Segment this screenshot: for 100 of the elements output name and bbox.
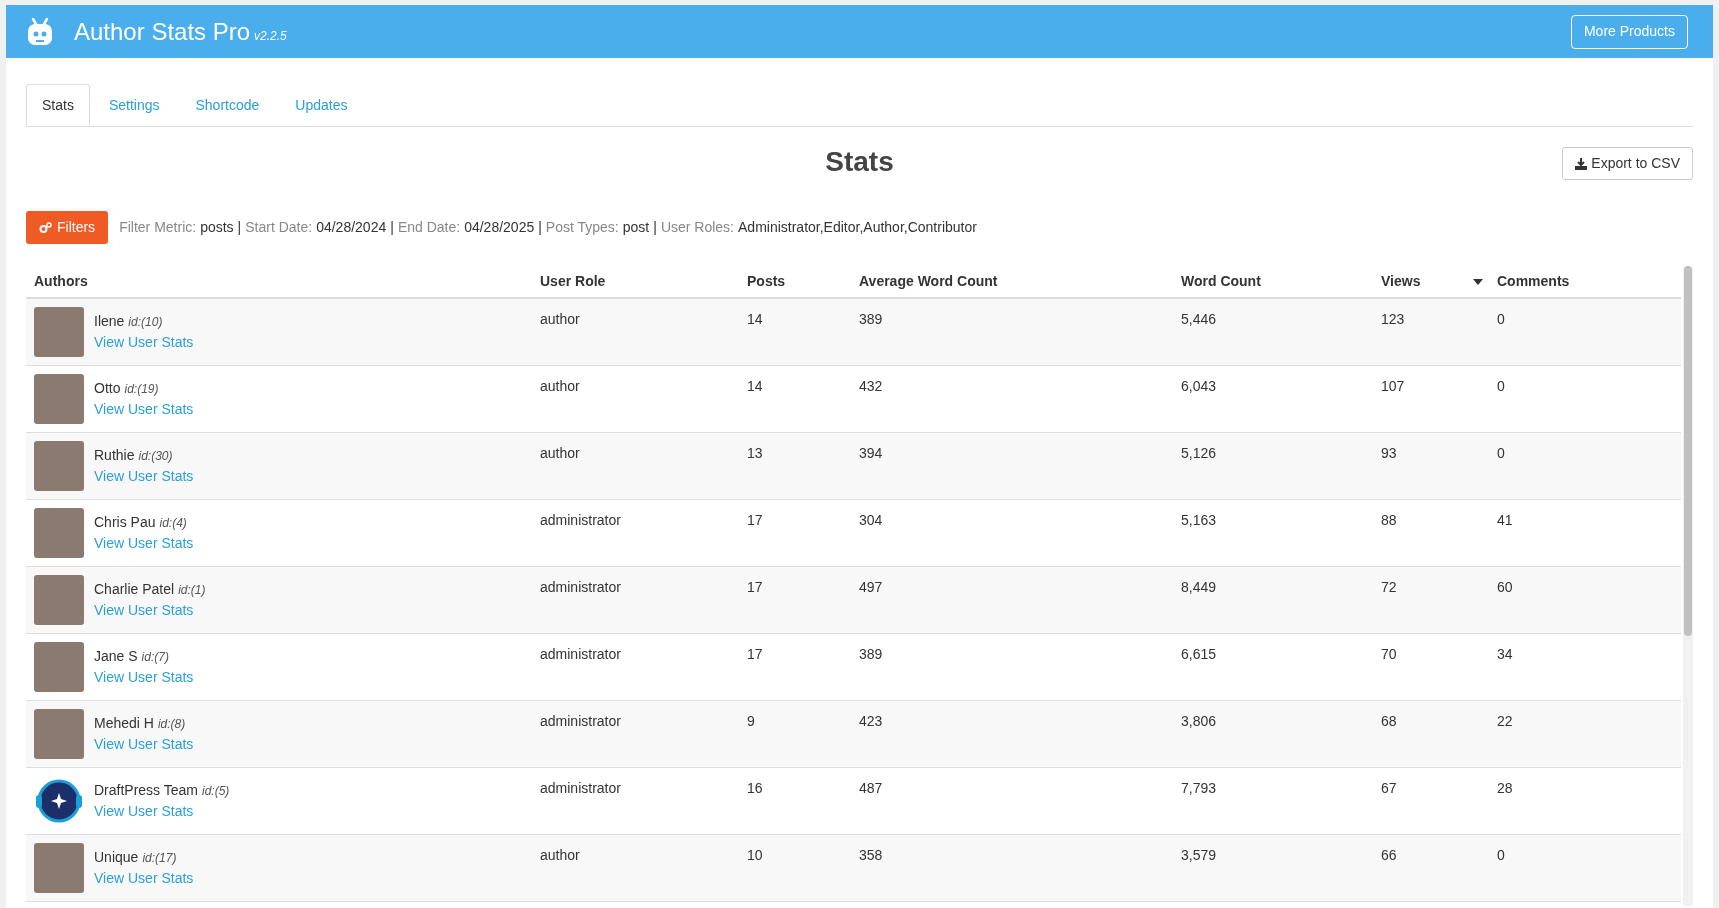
photo-placeholder bbox=[34, 441, 84, 491]
more-products-button[interactable]: More Products bbox=[1570, 14, 1688, 49]
filter-label: Post Types: bbox=[545, 218, 619, 237]
table-cell: 123 bbox=[1381, 311, 1405, 327]
filter-value: posts bbox=[200, 218, 234, 237]
table-cell: 66 bbox=[1381, 847, 1397, 863]
author-name: DraftPress Team bbox=[94, 781, 198, 800]
view-user-stats-link[interactable]: View User Stats bbox=[94, 667, 194, 688]
page-title: Stats bbox=[825, 145, 894, 179]
table-cell: 60 bbox=[1497, 579, 1513, 595]
column-header[interactable]: Comments bbox=[1497, 271, 1570, 292]
robot-icon bbox=[26, 16, 54, 47]
table-cell: 5,163 bbox=[1181, 512, 1217, 528]
author-id: id:(8) bbox=[157, 716, 186, 733]
table-cell: 497 bbox=[859, 579, 883, 595]
author-id: id:(17) bbox=[142, 850, 177, 867]
table-cell: 8,449 bbox=[1181, 579, 1217, 595]
table-cell: 0 bbox=[1497, 445, 1505, 461]
photo-placeholder bbox=[34, 843, 84, 893]
filter-value: 04/28/2025 bbox=[464, 218, 535, 237]
table-cell: author bbox=[540, 847, 580, 863]
photo-placeholder bbox=[34, 374, 84, 424]
table-cell: author bbox=[540, 378, 580, 394]
download-icon bbox=[1575, 157, 1588, 170]
view-user-stats-link[interactable]: View User Stats bbox=[94, 600, 206, 621]
tab[interactable]: Settings bbox=[91, 84, 177, 126]
column-header[interactable]: Views bbox=[1381, 271, 1421, 292]
table-cell: author bbox=[540, 445, 580, 461]
photo-placeholder bbox=[34, 575, 84, 625]
filter-label: Start Date: bbox=[245, 218, 313, 237]
separator-text: | bbox=[237, 218, 242, 237]
view-user-stats-link[interactable]: View User Stats bbox=[94, 734, 194, 755]
tab[interactable]: Stats bbox=[26, 84, 90, 126]
export-csv-button[interactable]: Export to CSV bbox=[1562, 147, 1693, 180]
table-cell: 107 bbox=[1381, 378, 1405, 394]
table-cell: 16 bbox=[747, 780, 763, 796]
table-cell: 88 bbox=[1381, 512, 1397, 528]
table-cell: 70 bbox=[1381, 646, 1397, 662]
table-cell: 13 bbox=[747, 445, 763, 461]
table-cell: 423 bbox=[859, 713, 883, 729]
tab[interactable]: Shortcode bbox=[178, 84, 277, 126]
author-name: Chris Pau bbox=[94, 513, 156, 532]
gears-icon bbox=[39, 221, 52, 234]
photo-placeholder bbox=[34, 508, 84, 558]
table-cell: 3,579 bbox=[1181, 847, 1217, 863]
author-name: Jane S bbox=[94, 647, 138, 666]
author-id: id:(4) bbox=[159, 515, 187, 532]
table-cell: 394 bbox=[859, 445, 883, 461]
view-user-stats-link[interactable]: View User Stats bbox=[94, 399, 194, 420]
separator-text: | bbox=[653, 218, 657, 237]
table-cell: 6,615 bbox=[1181, 646, 1217, 662]
view-user-stats-link[interactable]: View User Stats bbox=[94, 533, 194, 554]
table-cell: 34 bbox=[1497, 646, 1513, 662]
column-header[interactable]: Posts bbox=[747, 271, 786, 292]
view-user-stats-link[interactable]: View User Stats bbox=[94, 868, 194, 889]
table-cell: administrator bbox=[540, 713, 621, 729]
version-label: v2.2.5 bbox=[254, 27, 287, 45]
column-header[interactable]: Word Count bbox=[1181, 271, 1261, 292]
view-user-stats-link[interactable]: View User Stats bbox=[94, 332, 194, 353]
app-title: Author Stats Pro bbox=[74, 16, 251, 47]
tab[interactable]: Updates bbox=[278, 84, 365, 126]
table-cell: 9 bbox=[747, 713, 755, 729]
view-user-stats-link[interactable]: View User Stats bbox=[94, 801, 230, 822]
filter-label: End Date: bbox=[397, 218, 461, 237]
table-cell: 14 bbox=[747, 378, 763, 394]
table-cell: 432 bbox=[859, 378, 883, 394]
table-cell: 17 bbox=[747, 579, 763, 595]
photo-placeholder bbox=[34, 709, 84, 759]
table-cell: 0 bbox=[1497, 847, 1505, 863]
table-cell: 10 bbox=[747, 847, 763, 863]
table-cell: 6,043 bbox=[1181, 378, 1217, 394]
author-name: Unique bbox=[94, 848, 139, 867]
filters-button[interactable]: Filters bbox=[26, 211, 109, 244]
table-cell: 28 bbox=[1497, 780, 1513, 796]
table-cell: 17 bbox=[747, 646, 763, 662]
separator-text: | bbox=[390, 218, 394, 237]
author-id: id:(10) bbox=[128, 314, 163, 331]
table-cell: 0 bbox=[1497, 311, 1505, 327]
table-cell: 304 bbox=[859, 512, 883, 528]
column-header[interactable]: Authors bbox=[34, 271, 88, 292]
author-id: id:(30) bbox=[138, 448, 173, 465]
author-id: id:(1) bbox=[178, 582, 206, 599]
column-header[interactable]: User Role bbox=[540, 271, 606, 292]
filter-value: 04/28/2024 bbox=[316, 218, 387, 237]
table-cell: author bbox=[540, 311, 580, 327]
author-name: Ruthie bbox=[94, 446, 135, 465]
filter-label: Filter Metric: bbox=[119, 218, 197, 237]
table-cell: 5,446 bbox=[1181, 311, 1217, 327]
table-cell: administrator bbox=[540, 579, 621, 595]
view-user-stats-link[interactable]: View User Stats bbox=[94, 466, 194, 487]
table-cell: administrator bbox=[540, 646, 621, 662]
author-name: Mehedi H bbox=[94, 714, 154, 733]
table-cell: 5,126 bbox=[1181, 445, 1217, 461]
table-cell: 67 bbox=[1381, 780, 1397, 796]
table-cell: 22 bbox=[1497, 713, 1513, 729]
table-cell: 3,806 bbox=[1181, 713, 1217, 729]
table-cell: administrator bbox=[540, 512, 621, 528]
table-cell: 14 bbox=[747, 311, 763, 327]
filter-value: post bbox=[622, 218, 650, 237]
column-header[interactable]: Average Word Count bbox=[859, 271, 998, 292]
